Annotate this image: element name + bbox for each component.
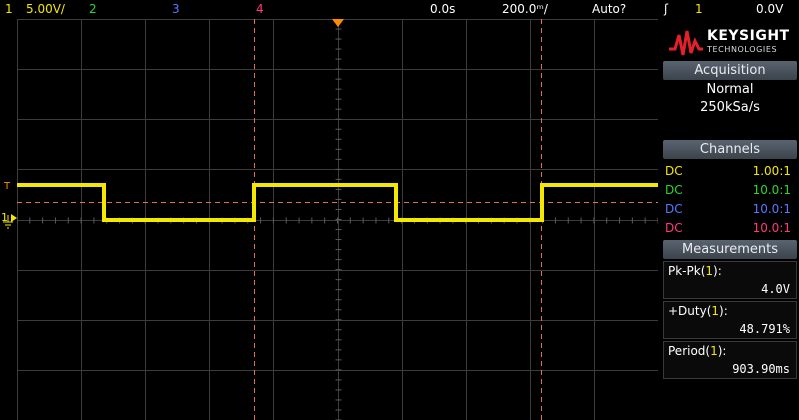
measurement-item[interactable]: +Duty(1): 48.791% bbox=[663, 301, 797, 339]
channel-coupling: DC bbox=[665, 183, 683, 197]
channel-row-3[interactable]: DC 10.0:1 bbox=[663, 200, 793, 218]
measurement-source: 1 bbox=[710, 344, 718, 358]
trigger-slope-icon: ʃ bbox=[664, 2, 669, 16]
channel-probe-ratio: 10.0:1 bbox=[752, 202, 791, 216]
logo-brand: KEYSIGHT bbox=[707, 28, 790, 44]
measurement-name: +Duty bbox=[668, 304, 707, 318]
timebase-scale[interactable]: 200.0ᵐ/ bbox=[502, 0, 548, 19]
measurement-name: Period bbox=[668, 344, 706, 358]
trigger-level[interactable]: 0.0V bbox=[756, 0, 783, 19]
channel-row-2[interactable]: DC 10.0:1 bbox=[663, 181, 793, 199]
channel-probe-ratio: 10.0:1 bbox=[752, 183, 791, 197]
measurement-item[interactable]: Period(1): 903.90ms bbox=[663, 341, 797, 379]
keysight-wave-icon bbox=[669, 30, 703, 56]
trigger-source[interactable]: 1 bbox=[695, 0, 703, 19]
ch4-number[interactable]: 4 bbox=[256, 0, 264, 19]
channel-probe-ratio: 10.0:1 bbox=[752, 221, 791, 235]
trigger-level-marker[interactable]: T bbox=[4, 181, 10, 192]
ch1-number[interactable]: 1 bbox=[5, 0, 13, 19]
channel-row-4[interactable]: DC 10.0:1 bbox=[663, 219, 793, 237]
horizontal-delay[interactable]: 0.0s bbox=[430, 0, 455, 19]
measurement-value: 4.0V bbox=[761, 282, 790, 296]
ch1-scale[interactable]: 5.00V/ bbox=[26, 0, 65, 19]
measurement-label: Period(1): bbox=[668, 344, 727, 358]
measurement-name: Pk-Pk bbox=[668, 264, 701, 278]
measurement-value: 903.90ms bbox=[732, 362, 790, 376]
trigger-mode[interactable]: Auto? bbox=[592, 0, 626, 19]
measurement-source: 1 bbox=[705, 264, 714, 278]
keysight-logo: KEYSIGHT TECHNOLOGIES bbox=[665, 23, 795, 59]
channel-row-1[interactable]: DC 1.00:1 bbox=[663, 162, 793, 180]
status-bar: 1 5.00V/ 2 3 4 0.0s 200.0ᵐ/ Auto? ʃ 1 0.… bbox=[0, 0, 799, 19]
channel-marker-column: T 1 bbox=[0, 19, 17, 420]
channel-coupling: DC bbox=[665, 164, 683, 178]
acquisition-mode: Normal bbox=[706, 82, 754, 97]
channels-header[interactable]: Channels bbox=[663, 140, 797, 159]
measurement-item[interactable]: Pk-Pk(1): 4.0V bbox=[663, 261, 797, 299]
acquisition-header[interactable]: Acquisition bbox=[663, 61, 797, 80]
sample-rate: 250kSa/s bbox=[700, 100, 760, 115]
waveform-display[interactable] bbox=[17, 19, 658, 420]
side-panel: KEYSIGHT TECHNOLOGIES Acquisition Normal… bbox=[661, 19, 799, 420]
channel-probe-ratio: 1.00:1 bbox=[752, 164, 791, 178]
measurement-label: Pk-Pk(1): bbox=[668, 264, 722, 278]
ch3-number[interactable]: 3 bbox=[172, 0, 180, 19]
trigger-position-marker-icon[interactable] bbox=[332, 19, 344, 27]
channel-coupling: DC bbox=[665, 221, 683, 235]
measurement-source: 1 bbox=[711, 304, 720, 318]
measurements-header[interactable]: Measurements bbox=[663, 240, 797, 259]
ch2-number[interactable]: 2 bbox=[89, 0, 97, 19]
channel-coupling: DC bbox=[665, 202, 683, 216]
measurement-value: 48.791% bbox=[739, 322, 790, 336]
logo-sub: TECHNOLOGIES bbox=[707, 45, 778, 54]
measurement-label: +Duty(1): bbox=[668, 304, 728, 318]
graticule bbox=[17, 19, 658, 420]
